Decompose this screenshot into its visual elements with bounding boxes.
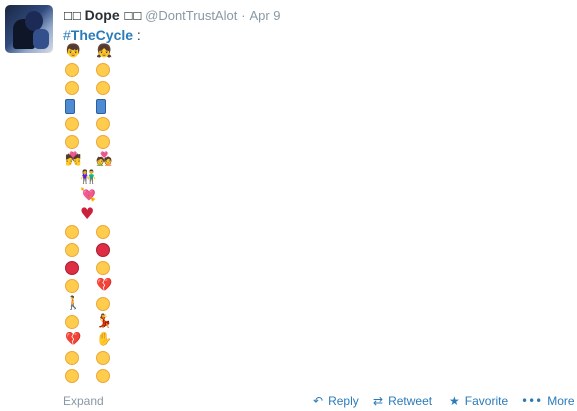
broken-heart-emoji: 💔 [65, 332, 82, 347]
crying-face-emoji [96, 261, 110, 275]
favorite-label: Favorite [464, 394, 509, 408]
name-emoji-boxes: ☐☐ [123, 11, 143, 23]
raised-hand-emoji: ✋ [96, 332, 113, 347]
pensive-face-emoji [65, 351, 79, 365]
winking-face-emoji [65, 81, 79, 95]
heart-with-arrow-emoji: 💘 [80, 188, 97, 203]
tweet: ☐☐ Dope ☐☐ @DontTrustAlot · Apr 9 #TheCy… [0, 0, 577, 411]
star-icon: ★ [449, 394, 460, 408]
avatar-figure [33, 29, 49, 49]
angry-face-emoji [96, 243, 110, 257]
man-emoji: 👦 [65, 44, 82, 59]
face-blowing-kiss-emoji [65, 135, 79, 149]
more-dots-icon: ••• [521, 394, 543, 408]
grinning-face-emoji [96, 117, 110, 131]
reply-button[interactable]: ↶ Reply [313, 393, 359, 409]
woman-emoji: 👧 [96, 44, 113, 59]
couple-emoji: 👫 [80, 170, 97, 185]
blushing-face-emoji [96, 81, 110, 95]
person-walking-emoji: 🚶 [65, 296, 82, 311]
tweet-text: #TheCycle : [63, 26, 141, 44]
tired-face-emoji [96, 297, 110, 311]
woman-dancing-emoji: 💃 [96, 314, 113, 329]
retweet-icon: ⇄ [373, 394, 384, 408]
blushing-face-emoji [96, 225, 110, 239]
unamused-face-emoji [65, 243, 79, 257]
red-heart-emoji: ♥ [80, 204, 95, 223]
couple-with-heart-emoji: 💑 [96, 152, 113, 167]
mobile-phone-emoji [65, 99, 75, 114]
hashtag-link[interactable]: #TheCycle [63, 27, 133, 43]
expand-link[interactable]: Expand [63, 393, 104, 409]
more-button[interactable]: ••• More [521, 393, 575, 409]
hashtag-symbol: # [63, 27, 71, 43]
broken-heart-emoji: 💔 [96, 278, 113, 293]
flushed-face-emoji [65, 315, 79, 329]
avatar[interactable] [5, 5, 53, 53]
tweet-text-suffix: : [133, 27, 141, 43]
pouting-face-emoji [65, 261, 79, 275]
hashtag-text: TheCycle [70, 27, 134, 43]
header-separator: · [241, 8, 246, 23]
favorite-button[interactable]: ★ Favorite [449, 393, 508, 409]
user-fullname[interactable]: Dope [85, 7, 120, 23]
retweet-label: Retweet [388, 394, 433, 408]
phone-calling-emoji [96, 99, 106, 114]
avatar-figure [25, 11, 43, 31]
name-emoji-boxes: ☐☐ [63, 11, 82, 23]
smirking-face-emoji [65, 117, 79, 131]
reply-label: Reply [328, 394, 359, 408]
tweet-header: ☐☐ Dope ☐☐ @DontTrustAlot · Apr 9 [63, 6, 281, 24]
smiling-face-emoji [96, 369, 110, 383]
sleepy-face-emoji [65, 369, 79, 383]
user-screen-name[interactable]: @DontTrustAlot [145, 8, 237, 23]
relieved-face-emoji [96, 351, 110, 365]
retweet-button[interactable]: ⇄ Retweet [373, 393, 432, 409]
face-with-steam-emoji [65, 279, 79, 293]
flushed-face-emoji [65, 63, 79, 77]
kiss-emoji: 💏 [65, 152, 82, 167]
relieved-face-emoji [65, 225, 79, 239]
tweet-timestamp[interactable]: Apr 9 [249, 8, 280, 23]
heart-eyes-face-emoji [96, 135, 110, 149]
more-label: More [547, 394, 575, 408]
smiling-face-emoji [96, 63, 110, 77]
reply-icon: ↶ [313, 394, 324, 408]
